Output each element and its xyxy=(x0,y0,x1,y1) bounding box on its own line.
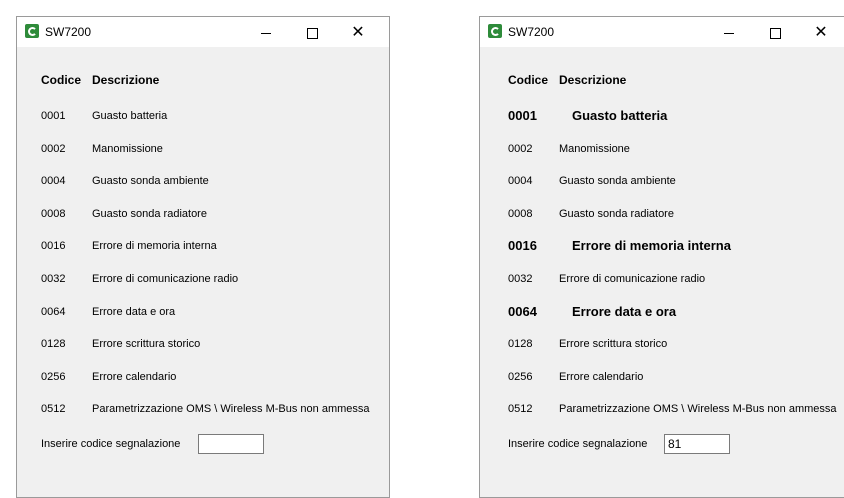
row-code: 0128 xyxy=(508,338,533,351)
row-code: 0032 xyxy=(41,273,66,285)
table-row: 0032 Errore di comunicazione radio xyxy=(508,271,844,287)
maximize-button[interactable] xyxy=(752,17,798,47)
table-row: 0001 Guasto batteria xyxy=(508,108,844,124)
table-row: 0064 Errore data e ora xyxy=(41,304,389,320)
row-code: 0016 xyxy=(41,240,66,253)
row-code: 0064 xyxy=(41,305,66,318)
window-title: SW7200 xyxy=(45,25,92,39)
row-code: 0064 xyxy=(508,303,537,319)
table-row: 0008 Guasto sonda radiatore xyxy=(508,206,844,222)
row-code: 0128 xyxy=(41,338,66,351)
row-description: Errore di comunicazione radio xyxy=(92,273,239,285)
row-code: 0016 xyxy=(508,238,537,254)
row-description: Errore scrittura storico xyxy=(559,338,668,351)
table-row: 0008 Guasto sonda radiatore xyxy=(41,206,389,222)
table-row: 0004 Guasto sonda ambiente xyxy=(41,173,389,189)
row-code: 0256 xyxy=(508,370,533,383)
table-row: 0128 Errore scrittura storico xyxy=(41,336,389,352)
row-code: 0512 xyxy=(41,403,66,416)
table-row: 0016 Errore di memoria interna xyxy=(41,238,389,254)
row-code: 0004 xyxy=(508,175,533,188)
close-button[interactable]: ✕ xyxy=(798,17,844,47)
header-description: Descrizione xyxy=(92,73,160,87)
row-code: 0002 xyxy=(508,142,533,155)
minimize-button[interactable] xyxy=(706,17,752,47)
header-description: Descrizione xyxy=(559,73,627,87)
window-right: SW7200 ✕ Codice Descrizione 0001 Guasto b… xyxy=(479,16,844,498)
header-code: Codice xyxy=(41,73,82,87)
maximize-icon xyxy=(306,27,318,39)
row-code: 0008 xyxy=(41,207,66,220)
row-description: Guasto sonda ambiente xyxy=(92,175,209,188)
table-row: 0032 Errore di comunicazione radio xyxy=(41,271,389,287)
row-description: Errore di memoria interna xyxy=(92,240,217,253)
table-row: 0002 Manomissione xyxy=(41,141,389,157)
input-label: Inserire codice segnalazione xyxy=(508,438,648,450)
row-description: Errore di memoria interna xyxy=(572,238,731,254)
row-description: Errore scrittura storico xyxy=(92,338,201,351)
input-label: Inserire codice segnalazione xyxy=(41,438,181,450)
row-description: Errore calendario xyxy=(92,370,177,383)
row-description: Guasto sonda radiatore xyxy=(559,207,674,220)
window-title: SW7200 xyxy=(508,25,555,39)
maximize-button[interactable] xyxy=(289,17,335,47)
table-row: 0256 Errore calendario xyxy=(508,369,844,385)
row-description: Errore di comunicazione radio xyxy=(559,273,706,285)
row-code: 0004 xyxy=(41,175,66,188)
row-description: Parametrizzazione OMS \ Wireless M-Bus n… xyxy=(559,403,837,416)
row-code: 0032 xyxy=(508,273,533,285)
table-row: 0128 Errore scrittura storico xyxy=(508,336,844,352)
minimize-icon xyxy=(724,32,734,34)
row-code: 0008 xyxy=(508,207,533,220)
row-code: 0256 xyxy=(41,370,66,383)
app-logo-icon xyxy=(25,24,39,38)
maximize-icon xyxy=(769,27,781,39)
row-description: Guasto batteria xyxy=(92,110,168,122)
table-row: 0256 Errore calendario xyxy=(41,369,389,385)
minimize-icon xyxy=(261,32,271,34)
row-description: Manomissione xyxy=(559,142,630,155)
close-icon: ✕ xyxy=(351,22,365,41)
table-row: 0016 Errore di memoria interna xyxy=(508,238,844,254)
table-row: 0512 Parametrizzazione OMS \ Wireless M-B… xyxy=(41,401,389,417)
window-left: SW7200 ✕ Codice Descrizione 0001 Guasto b… xyxy=(16,16,390,498)
row-code: 0001 xyxy=(41,110,66,122)
row-description: Guasto batteria xyxy=(572,108,668,123)
row-description: Guasto sonda ambiente xyxy=(559,175,676,188)
app-logo-icon xyxy=(488,24,502,38)
minimize-button[interactable] xyxy=(243,17,289,47)
code-input[interactable] xyxy=(664,434,730,454)
row-description: Errore data e ora xyxy=(572,303,677,319)
close-icon: ✕ xyxy=(814,22,828,41)
code-input[interactable] xyxy=(198,434,264,454)
title-bar[interactable]: SW7200 ✕ xyxy=(17,17,389,47)
header-code: Codice xyxy=(508,73,549,87)
table-row: 0002 Manomissione xyxy=(508,141,844,157)
table-row: 0001 Guasto batteria xyxy=(41,108,389,124)
row-description: Manomissione xyxy=(92,142,163,155)
row-description: Errore data e ora xyxy=(92,305,176,318)
row-code: 0002 xyxy=(41,142,66,155)
table-row: 0512 Parametrizzazione OMS \ Wireless M-B… xyxy=(508,401,844,417)
row-description: Parametrizzazione OMS \ Wireless M-Bus n… xyxy=(92,403,370,416)
row-code: 0001 xyxy=(508,108,537,123)
row-description: Errore calendario xyxy=(559,370,644,383)
row-description: Guasto sonda radiatore xyxy=(92,207,207,220)
close-button[interactable]: ✕ xyxy=(335,17,381,47)
table-row: 0004 Guasto sonda ambiente xyxy=(508,173,844,189)
row-code: 0512 xyxy=(508,403,533,416)
table-row: 0064 Errore data e ora xyxy=(508,304,844,320)
title-bar[interactable]: SW7200 ✕ xyxy=(480,17,844,47)
